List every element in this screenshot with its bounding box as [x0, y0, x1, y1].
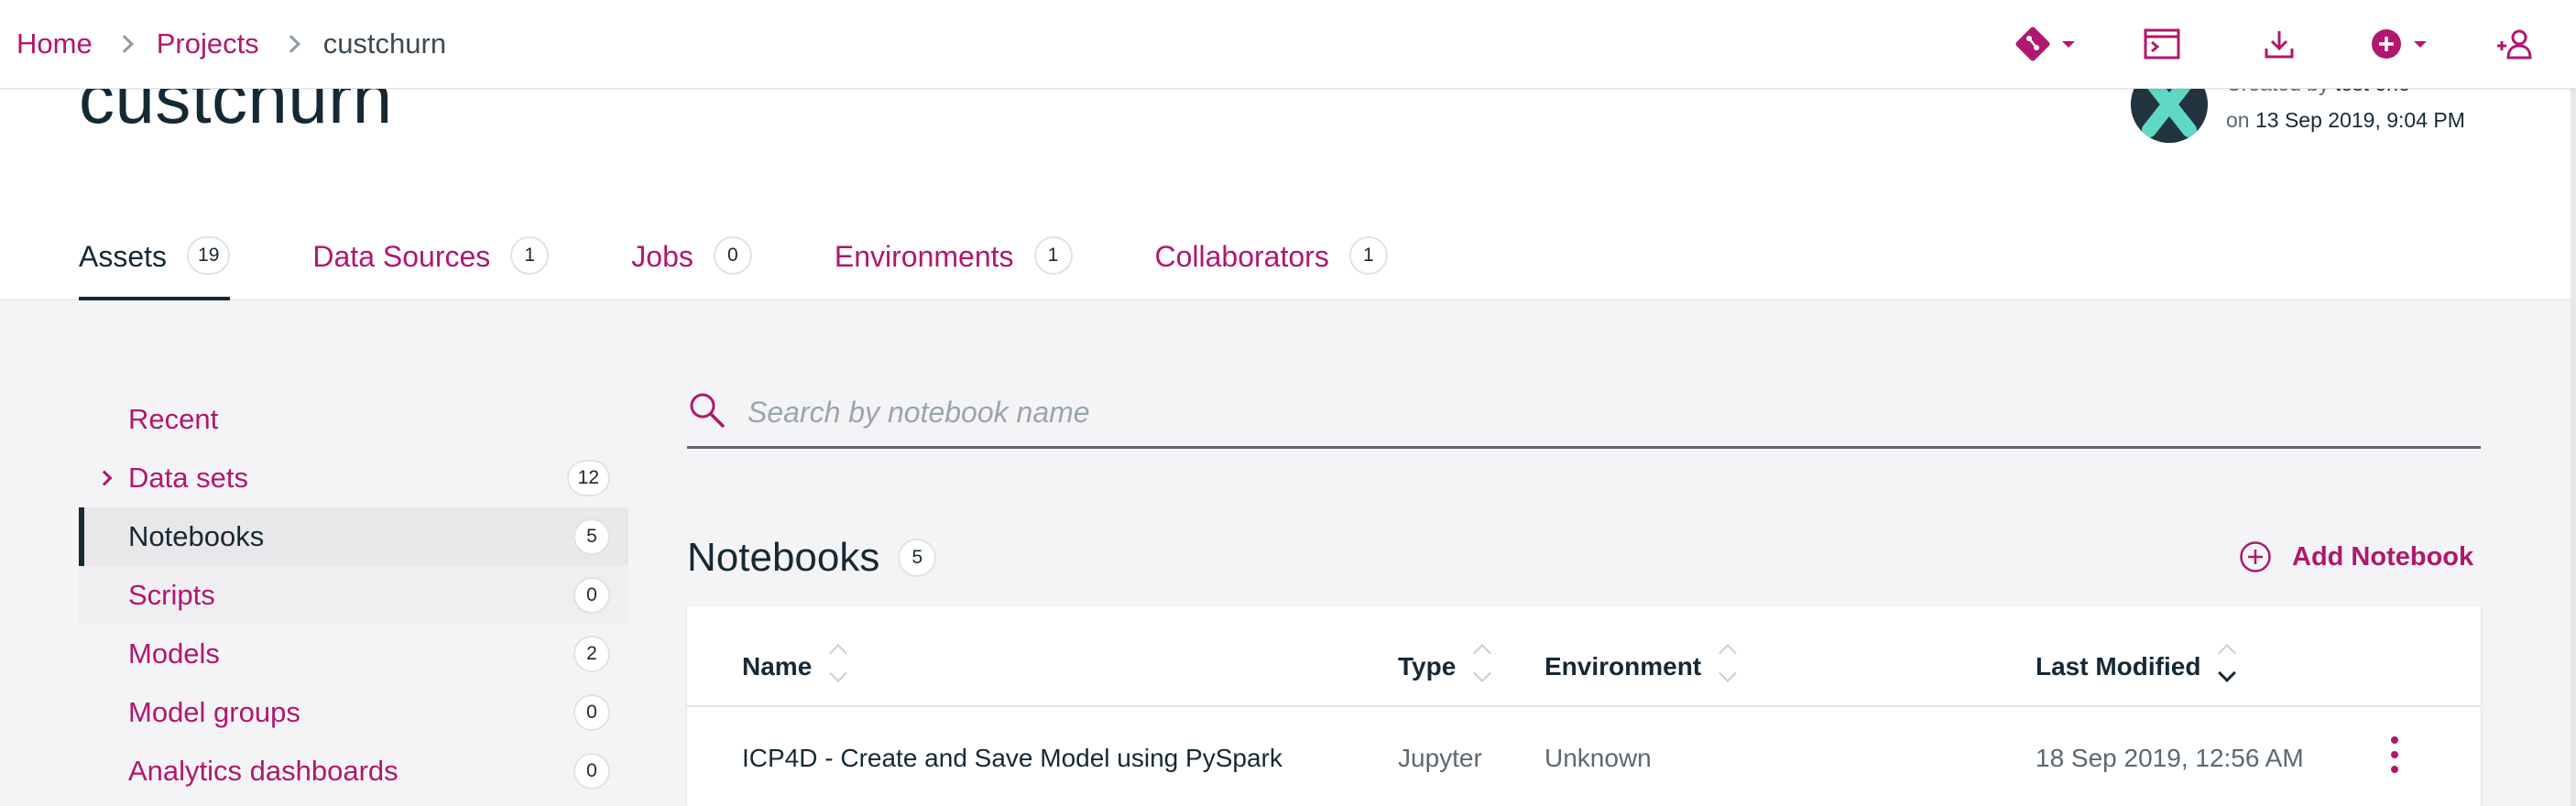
tab-count-badge: 0	[713, 236, 752, 275]
tab-data-sources[interactable]: Data Sources 1	[312, 234, 550, 300]
column-header-label: Last Modified	[2036, 652, 2201, 681]
count-badge: 0	[573, 577, 610, 614]
column-header-last-modified[interactable]: Last Modified	[2036, 641, 2239, 692]
created-on-label: on	[2226, 108, 2250, 132]
tab-label: Assets	[79, 240, 168, 273]
add-notebook-label: Add Notebook	[2292, 541, 2474, 572]
tab-count-badge: 1	[510, 236, 550, 275]
table-header: Name Type Environment Last Modified	[687, 606, 2481, 707]
notebook-name[interactable]: ICP4D - Create and Save Model using PySp…	[742, 744, 1283, 773]
download-button[interactable]	[2261, 18, 2298, 70]
count-badge: 2	[573, 636, 610, 672]
add-notebook-button[interactable]: Add Notebook	[2239, 540, 2473, 573]
sidebar-item-label: Models	[128, 637, 220, 670]
add-circle-icon	[2372, 29, 2401, 59]
sort-icon	[1718, 641, 1740, 692]
overflow-menu-button[interactable]	[2384, 736, 2406, 773]
column-header-label: Type	[1398, 652, 1457, 681]
sidebar-item-label: Notebooks	[128, 520, 265, 552]
add-collaborator-button[interactable]	[2494, 18, 2534, 70]
notebooks-table: Name Type Environment Last Modified ICP4…	[687, 606, 2481, 806]
sidebar-item-model-groups[interactable]: Model groups 0	[79, 683, 628, 742]
kebab-dot	[2391, 736, 2398, 744]
column-header-name[interactable]: Name	[742, 641, 850, 692]
tab-label: Jobs	[631, 240, 693, 273]
asset-type-nav: Recent Data sets 12 Notebooks 5 Scripts …	[79, 390, 628, 801]
column-header-environment[interactable]: Environment	[1545, 641, 1740, 692]
sidebar-item-label: Recent	[128, 403, 219, 435]
notebook-type: Jupyter	[1398, 744, 1482, 772]
count-badge: 5	[573, 518, 610, 555]
page-scrollbar[interactable]	[2571, 0, 2576, 806]
tab-count-badge: 1	[1033, 236, 1073, 275]
kebab-dot	[2391, 766, 2398, 773]
tab-label: Collaborators	[1154, 240, 1329, 273]
section-title: Notebooks 5	[687, 535, 937, 581]
column-header-label: Environment	[1545, 652, 1702, 681]
tab-label: Data Sources	[312, 240, 491, 273]
tab-assets[interactable]: Assets 19	[79, 234, 231, 300]
section-title-label: Notebooks	[687, 535, 880, 580]
caret-down-icon	[2062, 40, 2075, 48]
add-menu-button[interactable]	[2365, 18, 2431, 70]
add-user-icon	[2497, 29, 2532, 60]
chevron-right-icon[interactable]	[96, 470, 113, 486]
sidebar-item-label: Model groups	[128, 696, 300, 728]
table-row[interactable]: ICP4D - Create and Save Model using PySp…	[687, 709, 2481, 806]
sidebar-item-notebooks[interactable]: Notebooks 5	[79, 507, 628, 566]
notebook-search	[687, 383, 2481, 449]
sort-icon	[1472, 641, 1494, 692]
sidebar-item-label: Scripts	[128, 579, 215, 611]
add-circle-outline-icon	[2240, 541, 2271, 572]
sidebar-item-data-sets[interactable]: Data sets 12	[79, 449, 628, 507]
sidebar-item-label: Analytics dashboards	[128, 755, 398, 787]
notebook-last-modified: 18 Sep 2019, 12:56 AM	[2036, 744, 2304, 772]
created-on: on 13 Sep 2019, 9:04 PM	[2226, 108, 2465, 133]
tab-collaborators[interactable]: Collaborators 1	[1155, 234, 1388, 300]
top-header: Home Projects custchurn	[0, 0, 2576, 89]
sidebar-item-recent[interactable]: Recent	[79, 390, 628, 449]
notebook-environment: Unknown	[1545, 744, 1652, 772]
count-badge: 0	[573, 694, 610, 731]
sidebar-item-scripts[interactable]: Scripts 0	[79, 566, 628, 625]
tab-jobs[interactable]: Jobs 0	[631, 234, 752, 300]
tab-count-badge: 19	[187, 236, 231, 275]
download-icon	[2265, 31, 2294, 59]
sort-icon	[828, 641, 850, 692]
git-icon	[2015, 27, 2050, 61]
count-badge: 5	[898, 539, 937, 577]
count-badge: 0	[573, 753, 610, 790]
git-menu-button[interactable]	[2012, 18, 2078, 70]
sidebar-item-label: Data sets	[128, 462, 248, 494]
kebab-dot	[2391, 751, 2398, 758]
terminal-button[interactable]	[2140, 18, 2184, 70]
tab-label: Environments	[834, 240, 1014, 273]
count-badge: 12	[566, 460, 610, 496]
sidebar-item-analytics-dashboards[interactable]: Analytics dashboards 0	[79, 742, 628, 801]
column-header-type[interactable]: Type	[1398, 641, 1494, 692]
sort-descending-icon	[2217, 641, 2239, 692]
tab-count-badge: 1	[1348, 236, 1388, 275]
search-input[interactable]	[748, 387, 2451, 438]
search-icon	[690, 393, 726, 429]
terminal-icon	[2144, 28, 2180, 60]
project-tabs: Assets 19 Data Sources 1 Jobs 0 Environm…	[79, 234, 1470, 300]
sidebar-item-models[interactable]: Models 2	[79, 625, 628, 683]
caret-down-icon	[2414, 40, 2427, 48]
column-header-label: Name	[742, 652, 813, 681]
tab-environments[interactable]: Environments 1	[835, 234, 1073, 300]
created-on-date: 13 Sep 2019, 9:04 PM	[2254, 108, 2465, 132]
